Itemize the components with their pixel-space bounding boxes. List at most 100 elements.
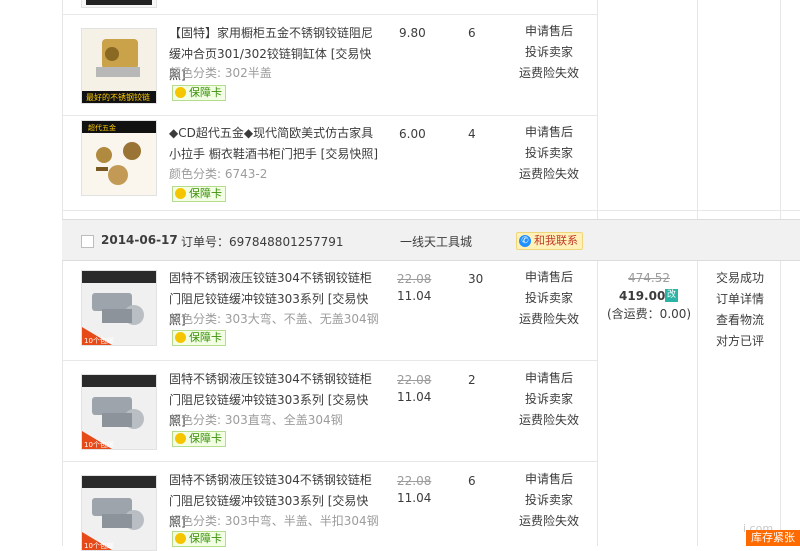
grid-line xyxy=(697,261,698,546)
row-divider xyxy=(62,360,597,361)
contact-seller-button[interactable]: ✆ 和我联系 xyxy=(516,232,583,250)
badge-label: 保障卡 xyxy=(189,86,222,99)
quantity: 6 xyxy=(468,26,476,40)
grid-line xyxy=(597,0,598,219)
complain-seller-link[interactable]: 投诉卖家 xyxy=(519,143,579,164)
badge-label: 保障卡 xyxy=(189,331,222,344)
hinge-image: 10个包邮 xyxy=(82,476,156,550)
hinge-image: 10个包邮 xyxy=(82,271,156,345)
quantity: 4 xyxy=(468,127,476,141)
shipping-insurance-status: 运费险失效 xyxy=(519,312,580,326)
unit-price: 11.04 xyxy=(397,390,432,404)
contact-label: 和我联系 xyxy=(534,234,578,247)
row-divider xyxy=(62,210,800,211)
unit-price: 11.04 xyxy=(397,491,432,505)
item-actions: 申请售后 投诉卖家 运费险失效 xyxy=(519,21,579,84)
guarantee-badge[interactable]: 保障卡 xyxy=(172,531,226,547)
product-thumbnail[interactable]: 超代五金 xyxy=(81,120,157,196)
handle-image: 超代五金 xyxy=(82,121,156,195)
badge-label: 保障卡 xyxy=(189,432,222,445)
snapshot-link[interactable]: [交易快照] xyxy=(321,147,378,161)
price-modified-tag: 改 xyxy=(665,289,678,302)
request-aftersale-link[interactable]: 申请售后 xyxy=(519,469,579,490)
thumb-caption-strip xyxy=(86,0,152,5)
product-thumbnail[interactable]: 10个包邮 xyxy=(81,270,157,346)
trade-status: 交易成功 xyxy=(716,271,765,285)
shipping-fee: (含运费：0.00) xyxy=(607,307,692,321)
thumb-caption: 超代五金 xyxy=(88,123,116,132)
complain-seller-link[interactable]: 投诉卖家 xyxy=(519,288,579,309)
product-variant: 颜色分类: 302半盖 xyxy=(169,66,272,80)
order-total: 419.00 xyxy=(619,289,666,303)
hinge-image: 最好的不锈钢铰链 xyxy=(82,29,156,103)
product-thumbnail[interactable]: 10个包邮 xyxy=(81,374,157,450)
guarantee-badge[interactable]: 保障卡 xyxy=(172,330,226,346)
guarantee-badge[interactable]: 保障卡 xyxy=(172,85,226,101)
shop-name-link[interactable]: 一线天工具城 xyxy=(400,233,472,250)
thumb-caption: 10个包邮 xyxy=(84,336,114,345)
badge-label: 保障卡 xyxy=(189,187,222,200)
request-aftersale-link[interactable]: 申请售后 xyxy=(519,21,579,42)
row-divider xyxy=(62,461,597,462)
guarantee-badge[interactable]: 保障卡 xyxy=(172,186,226,202)
shipping-insurance-status: 运费险失效 xyxy=(519,514,580,528)
quantity: 2 xyxy=(468,373,476,387)
complain-seller-link[interactable]: 投诉卖家 xyxy=(519,490,579,511)
product-variant: 颜色分类: 303直弯、全盖304钢 xyxy=(169,413,343,427)
grid-line xyxy=(697,0,698,219)
product-thumbnail-partial[interactable] xyxy=(81,0,157,8)
request-aftersale-link[interactable]: 申请售后 xyxy=(519,122,579,143)
grid-line xyxy=(62,0,63,546)
stock-alert-button[interactable]: 库存紧张 xyxy=(746,530,800,546)
badge-label: 保障卡 xyxy=(189,532,222,545)
shipping-insurance-status: 运费险失效 xyxy=(519,167,580,181)
order-original-total: 474.52 xyxy=(628,271,670,285)
item-actions: 申请售后 投诉卖家 运费险失效 xyxy=(519,267,579,330)
coin-icon xyxy=(175,533,186,544)
grid-line xyxy=(780,261,781,546)
item-actions: 申请售后 投诉卖家 运费险失效 xyxy=(519,469,579,532)
product-variant: 颜色分类: 303中弯、半盖、半扣304钢 xyxy=(169,514,379,528)
product-variant: 颜色分类: 6743-2 xyxy=(169,167,268,181)
hinge-image: 10个包邮 xyxy=(82,375,156,449)
review-status: 对方已评 xyxy=(716,334,765,348)
request-aftersale-link[interactable]: 申请售后 xyxy=(519,267,579,288)
product-thumbnail[interactable]: 10个包邮 xyxy=(81,475,157,551)
thumb-caption: 10个包邮 xyxy=(84,440,114,449)
quantity: 30 xyxy=(468,272,484,286)
order-date: 2014-06-17 xyxy=(101,233,178,247)
view-logistics-link[interactable]: 查看物流 xyxy=(716,310,764,331)
item-actions: 申请售后 投诉卖家 运费险失效 xyxy=(519,122,579,185)
order-status-column: 交易成功 订单详情 查看物流 对方已评 xyxy=(716,268,764,352)
original-price: 22.08 xyxy=(397,474,432,488)
grid-line xyxy=(597,261,598,546)
row-divider xyxy=(62,14,597,15)
coin-icon xyxy=(175,188,186,199)
unit-price: 6.00 xyxy=(399,127,426,141)
grid-line xyxy=(780,0,781,219)
order-select-checkbox[interactable] xyxy=(81,235,94,248)
original-price: 22.08 xyxy=(397,272,432,286)
order-number: 订单号：697848801257791 xyxy=(181,235,344,249)
complain-seller-link[interactable]: 投诉卖家 xyxy=(519,42,579,63)
coin-icon xyxy=(175,332,186,343)
shipping-insurance-status: 运费险失效 xyxy=(519,66,580,80)
original-price: 22.08 xyxy=(397,373,432,387)
product-title[interactable]: ◆CD超代五金◆现代简欧美式仿古家具小拉手 橱衣鞋酒书柜门把手 [交易快照] xyxy=(169,123,379,165)
coin-icon xyxy=(175,433,186,444)
shipping-insurance-status: 运费险失效 xyxy=(519,413,580,427)
coin-icon xyxy=(175,87,186,98)
quantity: 6 xyxy=(468,474,476,488)
request-aftersale-link[interactable]: 申请售后 xyxy=(519,368,579,389)
chat-icon: ✆ xyxy=(519,235,531,247)
row-divider xyxy=(62,115,597,116)
product-thumbnail[interactable]: 最好的不锈钢铰链 xyxy=(81,28,157,104)
unit-price: 9.80 xyxy=(399,26,426,40)
complain-seller-link[interactable]: 投诉卖家 xyxy=(519,389,579,410)
guarantee-badge[interactable]: 保障卡 xyxy=(172,431,226,447)
order-detail-link[interactable]: 订单详情 xyxy=(716,289,764,310)
item-actions: 申请售后 投诉卖家 运费险失效 xyxy=(519,368,579,431)
product-variant: 颜色分类: 303大弯、不盖、无盖304钢 xyxy=(169,312,379,326)
thumb-caption: 最好的不锈钢铰链 xyxy=(86,92,150,102)
unit-price: 11.04 xyxy=(397,289,432,303)
